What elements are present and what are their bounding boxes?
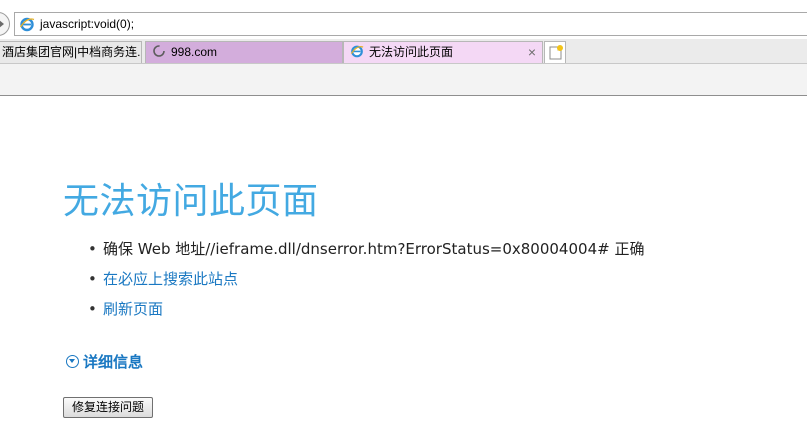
chevron-down-icon	[66, 355, 79, 368]
tab-label: 998.com	[171, 45, 218, 59]
loading-spinner-icon	[153, 45, 165, 57]
forward-arrow-icon	[0, 20, 4, 28]
list-item: • 在必应上搜索此站点	[88, 268, 644, 298]
ie-icon	[19, 17, 35, 32]
page-title: 无法访问此页面	[63, 181, 319, 222]
tab-998[interactable]: 998.com	[145, 41, 343, 63]
tab-label: 无法访问此页面	[369, 45, 454, 59]
refresh-page-link[interactable]: 刷新页面	[103, 300, 163, 318]
suggestion-list: • 确保 Web 地址//ieframe.dll/dnserror.htm?Er…	[88, 238, 644, 328]
tab-strip: 酒店集团官网|中档商务连... 998.com 无法访问此页面 ×	[0, 39, 807, 64]
list-item: • 确保 Web 地址//ieframe.dll/dnserror.htm?Er…	[88, 238, 644, 268]
address-bar[interactable]: javascript:void(0);	[14, 12, 807, 36]
close-tab-icon[interactable]: ×	[528, 42, 536, 62]
details-toggle[interactable]: 详细信息	[66, 351, 143, 372]
search-bing-link[interactable]: 在必应上搜索此站点	[103, 270, 238, 288]
tab-label: 酒店集团官网|中档商务连...	[2, 45, 142, 59]
tab-cannot-reach[interactable]: 无法访问此页面 ×	[343, 41, 543, 63]
forward-button[interactable]	[0, 12, 10, 36]
command-bar	[0, 64, 807, 96]
bullet: •	[88, 300, 97, 318]
new-tab-icon	[549, 45, 563, 60]
details-label: 详细信息	[83, 353, 144, 371]
browser-chrome: javascript:void(0); 酒店集团官网|中档商务连... 998.…	[0, 0, 807, 96]
new-tab-button[interactable]	[544, 41, 566, 63]
address-url[interactable]: javascript:void(0);	[40, 17, 134, 31]
ie-icon	[350, 45, 364, 58]
list-item: • 刷新页面	[88, 298, 644, 328]
bullet: •	[88, 240, 97, 258]
fix-connection-button[interactable]: 修复连接问题	[63, 397, 154, 418]
bullet: •	[88, 270, 97, 288]
tab-hotel[interactable]: 酒店集团官网|中档商务连...	[0, 41, 142, 63]
check-address-text: 确保 Web 地址//ieframe.dll/dnserror.htm?Erro…	[103, 240, 645, 258]
